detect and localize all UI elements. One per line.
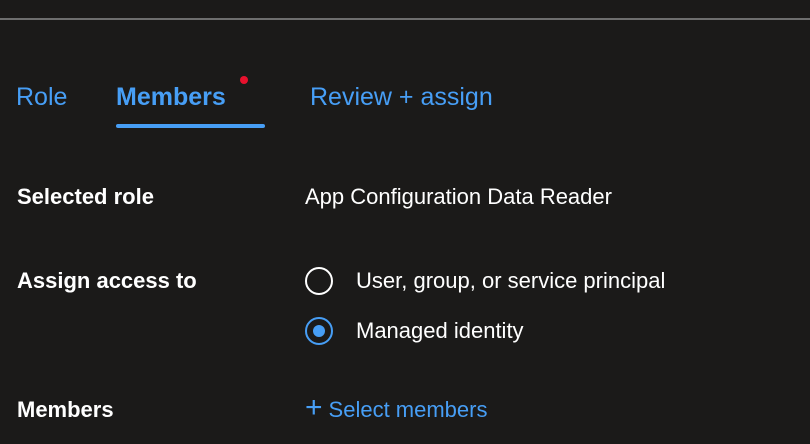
selected-role-label: Selected role <box>17 184 154 209</box>
selected-role-value: App Configuration Data Reader <box>305 184 612 209</box>
required-indicator-dot <box>240 76 248 84</box>
members-label: Members <box>17 397 114 422</box>
tab-review-assign[interactable]: Review + assign <box>310 80 493 114</box>
top-divider <box>0 18 810 20</box>
radio-user-group-service-principal[interactable]: User, group, or service principal <box>305 264 665 298</box>
tab-role[interactable]: Role <box>16 80 67 114</box>
radio-managed-identity[interactable]: Managed identity <box>305 314 524 348</box>
assign-access-label: Assign access to <box>17 268 197 293</box>
radio-checked-icon[interactable] <box>305 317 333 345</box>
select-members-link[interactable]: + Select members <box>305 392 487 428</box>
radio-label: User, group, or service principal <box>356 268 666 293</box>
tab-members[interactable]: Members <box>116 80 226 114</box>
radio-label: Managed identity <box>356 318 524 343</box>
select-members-label: Select members <box>328 397 488 422</box>
plus-icon: + <box>305 391 323 424</box>
active-tab-underline <box>116 124 265 128</box>
radio-unchecked-icon[interactable] <box>305 267 333 295</box>
